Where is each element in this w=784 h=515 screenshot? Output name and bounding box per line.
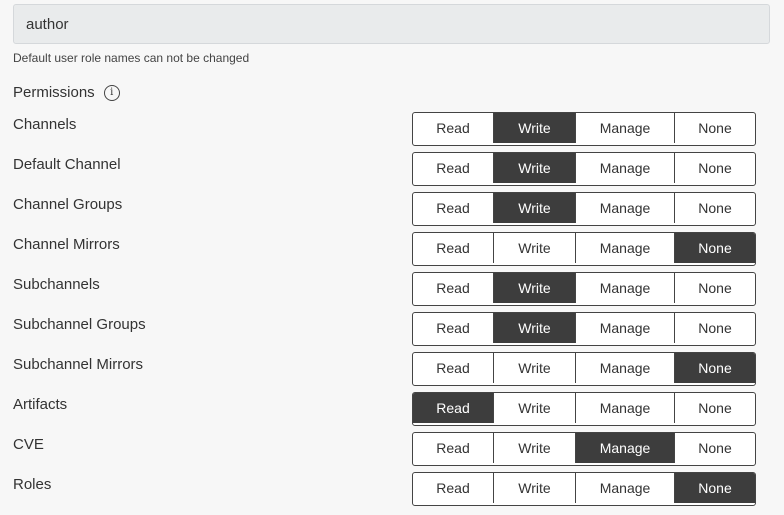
permission-option-none-button[interactable]: None — [675, 233, 755, 263]
permission-label: Channels — [13, 116, 77, 133]
permission-toggle-group: Read Write Manage None — [412, 152, 756, 186]
permission-option-write-button[interactable]: Write — [494, 353, 576, 383]
permission-option-read-button[interactable]: Read — [413, 393, 494, 423]
permission-label: Roles — [13, 476, 52, 493]
permission-option-none-button[interactable]: None — [675, 393, 755, 423]
permission-toggle-group: Read Write Manage None — [412, 272, 756, 306]
role-name-hint: Default user role names can not be chang… — [13, 51, 250, 65]
permission-option-read-button[interactable]: Read — [413, 273, 494, 303]
permission-toggle-group: Read Write Manage None — [412, 232, 756, 266]
permissions-list: Channels Read Write Manage None Default Chann… — [0, 112, 784, 512]
info-icon[interactable]: i — [103, 84, 120, 101]
permission-label: Default Channel — [13, 156, 121, 173]
permission-row: Subchannel Groups Read Write Manage None — [0, 312, 784, 352]
permission-toggle-group: Read Write Manage None — [412, 352, 756, 386]
permission-option-manage-button[interactable]: Manage — [576, 113, 675, 143]
permission-option-read-button[interactable]: Read — [413, 353, 494, 383]
permission-option-manage-button[interactable]: Manage — [576, 353, 675, 383]
permission-row: Channels Read Write Manage None — [0, 112, 784, 152]
permission-row: Artifacts Read Write Manage None — [0, 392, 784, 432]
permission-option-none-button[interactable]: None — [675, 273, 755, 303]
permission-option-none-button[interactable]: None — [675, 153, 755, 183]
permission-option-manage-button[interactable]: Manage — [576, 313, 675, 343]
permissions-heading: Permissions i — [13, 84, 120, 101]
permission-option-manage-button[interactable]: Manage — [576, 153, 675, 183]
permission-label: Channel Mirrors — [13, 236, 120, 253]
permission-option-read-button[interactable]: Read — [413, 233, 494, 263]
permission-option-manage-button[interactable]: Manage — [576, 233, 675, 263]
permission-option-none-button[interactable]: None — [675, 193, 755, 223]
permission-option-write-button[interactable]: Write — [494, 233, 576, 263]
permission-row: CVE Read Write Manage None — [0, 432, 784, 472]
permission-option-none-button[interactable]: None — [675, 473, 755, 503]
permission-label: Subchannels — [13, 276, 100, 293]
permissions-title: Permissions — [13, 84, 95, 101]
permission-toggle-group: Read Write Manage None — [412, 112, 756, 146]
permission-option-none-button[interactable]: None — [675, 113, 755, 143]
permission-option-read-button[interactable]: Read — [413, 153, 494, 183]
permission-toggle-group: Read Write Manage None — [412, 472, 756, 506]
permission-option-read-button[interactable]: Read — [413, 313, 494, 343]
permission-option-read-button[interactable]: Read — [413, 193, 494, 223]
permission-option-write-button[interactable]: Write — [494, 193, 576, 223]
permission-row: Subchannel Mirrors Read Write Manage None — [0, 352, 784, 392]
permission-option-manage-button[interactable]: Manage — [576, 393, 675, 423]
permission-toggle-group: Read Write Manage None — [412, 312, 756, 346]
permission-option-write-button[interactable]: Write — [494, 153, 576, 183]
permission-label: Subchannel Mirrors — [13, 356, 144, 373]
permission-option-write-button[interactable]: Write — [494, 433, 576, 463]
permission-label: Subchannel Groups — [13, 316, 146, 333]
permission-option-manage-button[interactable]: Manage — [576, 473, 675, 503]
permission-option-none-button[interactable]: None — [675, 433, 755, 463]
permission-row: Subchannels Read Write Manage None — [0, 272, 784, 312]
permission-option-write-button[interactable]: Write — [494, 473, 576, 503]
permission-toggle-group: Read Write Manage None — [412, 432, 756, 466]
permission-label: CVE — [13, 436, 44, 453]
permission-option-none-button[interactable]: None — [675, 353, 755, 383]
permission-row: Roles Read Write Manage None — [0, 472, 784, 512]
permission-option-write-button[interactable]: Write — [494, 393, 576, 423]
permission-option-write-button[interactable]: Write — [494, 313, 576, 343]
permission-option-read-button[interactable]: Read — [413, 473, 494, 503]
permission-option-write-button[interactable]: Write — [494, 113, 576, 143]
permission-toggle-group: Read Write Manage None — [412, 392, 756, 426]
permission-option-manage-button[interactable]: Manage — [576, 193, 675, 223]
permission-option-read-button[interactable]: Read — [413, 433, 494, 463]
permission-row: Default Channel Read Write Manage None — [0, 152, 784, 192]
permission-row: Channel Groups Read Write Manage None — [0, 192, 784, 232]
permission-row: Channel Mirrors Read Write Manage None — [0, 232, 784, 272]
role-name-input[interactable] — [13, 4, 770, 44]
permission-label: Artifacts — [13, 396, 68, 413]
permission-toggle-group: Read Write Manage None — [412, 192, 756, 226]
permission-option-write-button[interactable]: Write — [494, 273, 576, 303]
permission-label: Channel Groups — [13, 196, 123, 213]
permission-option-read-button[interactable]: Read — [413, 113, 494, 143]
permission-option-manage-button[interactable]: Manage — [576, 273, 675, 303]
permission-option-manage-button[interactable]: Manage — [576, 433, 675, 463]
permission-option-none-button[interactable]: None — [675, 313, 755, 343]
